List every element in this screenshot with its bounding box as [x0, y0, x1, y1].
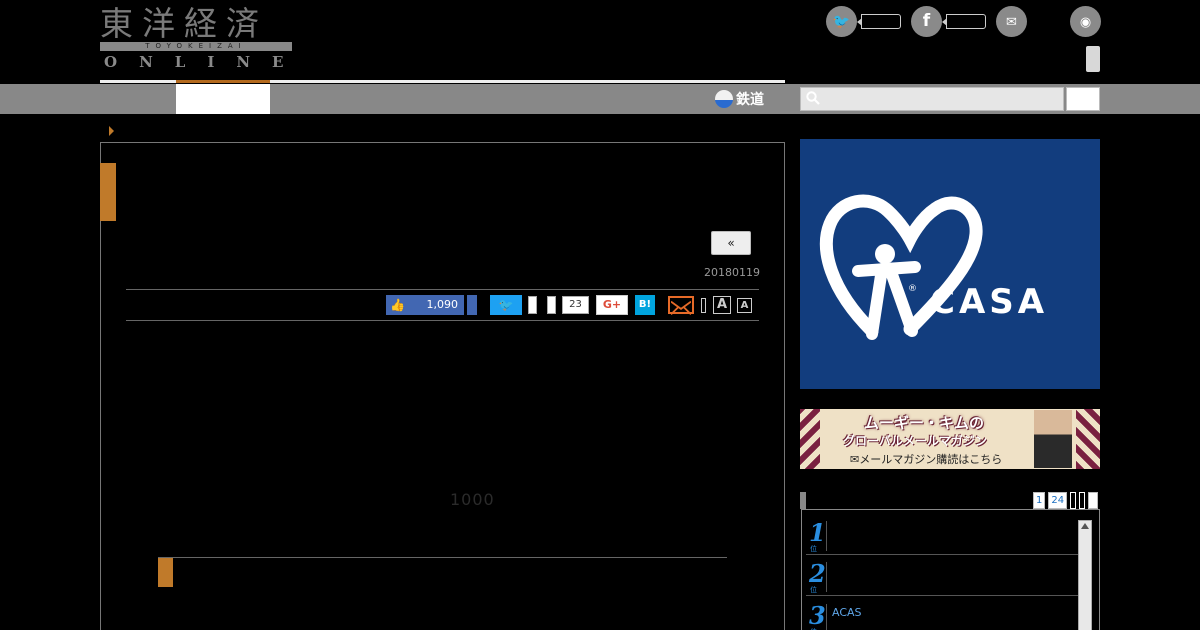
ranking-tab-24h[interactable]: 24	[1048, 492, 1068, 509]
ranking-item[interactable]: 1 位	[806, 517, 1078, 555]
twitter-bird-icon: 🐦	[498, 298, 514, 312]
nav-item-railway-label: 鉄道	[736, 92, 764, 108]
facebook-follow-count	[942, 14, 986, 29]
newsletter-ad-subtitle: グローバルメールマガジン	[843, 434, 987, 448]
ad-stripe-left	[800, 409, 820, 469]
newsletter-ad-link[interactable]: ✉メールマガジン購読はこちら	[850, 451, 1002, 467]
mail-share-icon[interactable]	[668, 296, 694, 316]
ranking-unit: 位	[810, 586, 817, 594]
twitter-glyph: 🐦	[832, 14, 851, 30]
breadcrumb-arrow-icon	[109, 126, 114, 136]
ranking-header-mark	[800, 492, 806, 509]
ranking-number: 2	[809, 559, 826, 588]
ranking-tab-3[interactable]	[1070, 492, 1077, 509]
hatena-bookmark-button[interactable]: B!	[635, 295, 655, 315]
top-divider-accent	[176, 80, 270, 83]
share-divider-top	[126, 289, 759, 290]
ranking-title[interactable]: ACAS	[832, 606, 862, 619]
article-title-accent	[100, 163, 116, 221]
ranking-separator	[826, 562, 827, 592]
rss-glyph: ◉	[1079, 15, 1092, 30]
prev-page-button[interactable]: «	[711, 231, 751, 255]
article-paragraph-2: 1000	[450, 490, 495, 509]
logo-kanji: 東洋経済	[100, 4, 268, 43]
publish-date: 20180119	[704, 266, 760, 279]
facebook-icon[interactable]: f	[911, 6, 942, 37]
twitter-icon[interactable]: 🐦	[826, 6, 857, 37]
ranking-item[interactable]: 3 位 ACAS	[806, 600, 1078, 630]
ranking-tabs: 1 24	[1033, 492, 1099, 509]
facebook-like-count: 1,090	[426, 298, 459, 311]
share-divider-bottom	[126, 320, 759, 321]
facebook-like-button[interactable]: 👍 1,090	[386, 295, 464, 315]
ranking-number: 1	[809, 518, 826, 547]
ranking-item[interactable]: 2 位	[806, 558, 1078, 596]
font-size-large-button[interactable]: A	[713, 296, 731, 314]
casa-heart-logo-icon: ®	[819, 194, 983, 340]
twitter-share-count	[528, 296, 537, 314]
search-button[interactable]	[1066, 87, 1100, 111]
search-icon	[806, 91, 820, 105]
section-divider	[158, 557, 727, 558]
svg-text:®: ®	[908, 284, 917, 294]
ranking-tab-4[interactable]	[1079, 492, 1086, 509]
twitter-follow-count	[857, 14, 901, 29]
ranking-tab-1h[interactable]: 1	[1033, 492, 1046, 509]
facebook-glyph: f	[922, 11, 931, 31]
search-input[interactable]	[824, 88, 1062, 110]
nav-item-railway[interactable]: 鉄道	[715, 88, 764, 110]
nav-tab-active[interactable]	[176, 84, 270, 114]
casa-ad-text: CASA	[930, 282, 1049, 322]
messenger-glyph: ✉	[1006, 15, 1017, 30]
hatena-bookmark-count: 23	[562, 296, 589, 314]
share-spacer	[701, 298, 706, 313]
ad-stripe-right	[1076, 409, 1100, 469]
facebook-share-button[interactable]	[467, 295, 477, 315]
ranking-unit: 位	[810, 545, 817, 553]
ranking-tab-5[interactable]	[1088, 492, 1099, 509]
scroll-up-arrow-icon[interactable]	[1081, 523, 1089, 529]
logo-romaji: TOYOKEIZAI	[100, 42, 292, 51]
ranking-separator	[826, 604, 827, 630]
ranking-separator	[826, 521, 827, 551]
ranking-number: 3	[809, 601, 826, 630]
newsletter-ad-title: ムーギー・キムの	[864, 414, 985, 432]
site-logo[interactable]: 東洋経済 TOYOKEIZAI ONLINE	[100, 6, 294, 72]
ranking-scrollbar[interactable]	[1078, 520, 1092, 630]
twitter-share-button[interactable]: 🐦	[490, 295, 522, 315]
logo-online: ONLINE	[104, 53, 306, 71]
casa-ad-banner[interactable]: ®	[800, 139, 1100, 389]
google-plus-button[interactable]: G+	[596, 295, 628, 315]
share-count-box	[547, 296, 556, 314]
font-size-small-button[interactable]: A	[737, 298, 752, 313]
train-icon	[715, 90, 733, 108]
newsletter-author-photo	[1034, 410, 1072, 468]
thumbs-up-icon: 👍	[390, 298, 405, 312]
messenger-icon[interactable]: ✉	[996, 6, 1027, 37]
section-heading-accent	[158, 558, 173, 587]
rss-icon[interactable]: ◉	[1070, 6, 1101, 37]
header-menu-button[interactable]	[1086, 46, 1100, 72]
